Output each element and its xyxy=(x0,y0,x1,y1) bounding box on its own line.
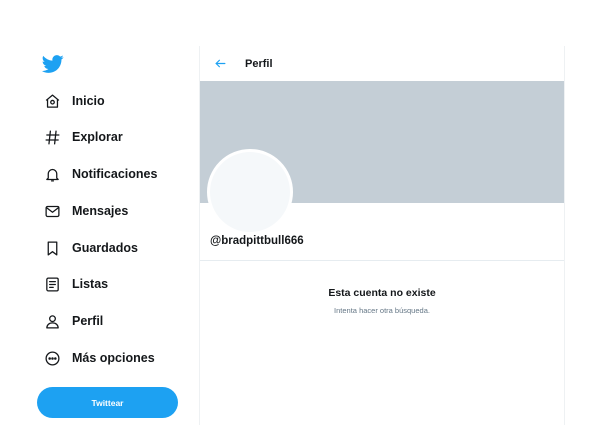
page-title: Perfil xyxy=(245,58,273,70)
sidebar-item-label: Más opciones xyxy=(72,351,155,365)
more-icon xyxy=(40,346,64,370)
user-icon xyxy=(40,309,64,333)
sidebar-item-perfil[interactable]: Perfil xyxy=(40,308,103,334)
sidebar-item-label: Notificaciones xyxy=(72,167,158,181)
profile-handle: @bradpittbull666 xyxy=(210,235,304,247)
sidebar-item-label: Perfil xyxy=(72,314,104,328)
sidebar-item-label: Guardados xyxy=(72,241,138,255)
empty-state-subtitle: Intenta hacer otra búsqueda. xyxy=(334,306,430,315)
back-arrow-icon[interactable] xyxy=(213,56,227,70)
twitter-bird-icon[interactable] xyxy=(40,53,66,75)
avatar xyxy=(207,149,293,235)
list-icon xyxy=(40,272,64,296)
sidebar-item-explorar[interactable]: Explorar xyxy=(40,124,123,150)
sidebar-item-label: Explorar xyxy=(72,130,123,144)
bookmark-icon xyxy=(40,236,64,260)
sidebar-nav: Inicio Explorar Notificaciones Mensajes … xyxy=(0,0,199,425)
sidebar-item-mas-opciones[interactable]: Más opciones xyxy=(40,345,155,371)
sidebar-item-mensajes[interactable]: Mensajes xyxy=(40,198,128,224)
home-icon xyxy=(40,89,64,113)
sidebar-item-guardados[interactable]: Guardados xyxy=(40,235,138,261)
envelope-icon xyxy=(40,199,64,223)
bell-icon xyxy=(40,162,64,186)
profile-header: Perfil xyxy=(200,46,564,81)
sidebar-item-notificaciones[interactable]: Notificaciones xyxy=(40,161,157,187)
tweet-button[interactable]: Twittear xyxy=(37,387,178,418)
sidebar-item-listas[interactable]: Listas xyxy=(40,271,108,297)
profile-column: Perfil @bradpittbull666 Esta cuenta no e… xyxy=(199,46,565,425)
sidebar-item-inicio[interactable]: Inicio xyxy=(40,88,105,114)
twitter-app: Inicio Explorar Notificaciones Mensajes … xyxy=(0,0,599,425)
sidebar-item-label: Mensajes xyxy=(72,204,129,218)
hashtag-icon xyxy=(40,125,64,149)
sidebar-item-label: Inicio xyxy=(72,94,105,108)
empty-state-title: Esta cuenta no existe xyxy=(328,287,436,299)
divider xyxy=(200,260,564,261)
sidebar-item-label: Listas xyxy=(72,277,109,291)
